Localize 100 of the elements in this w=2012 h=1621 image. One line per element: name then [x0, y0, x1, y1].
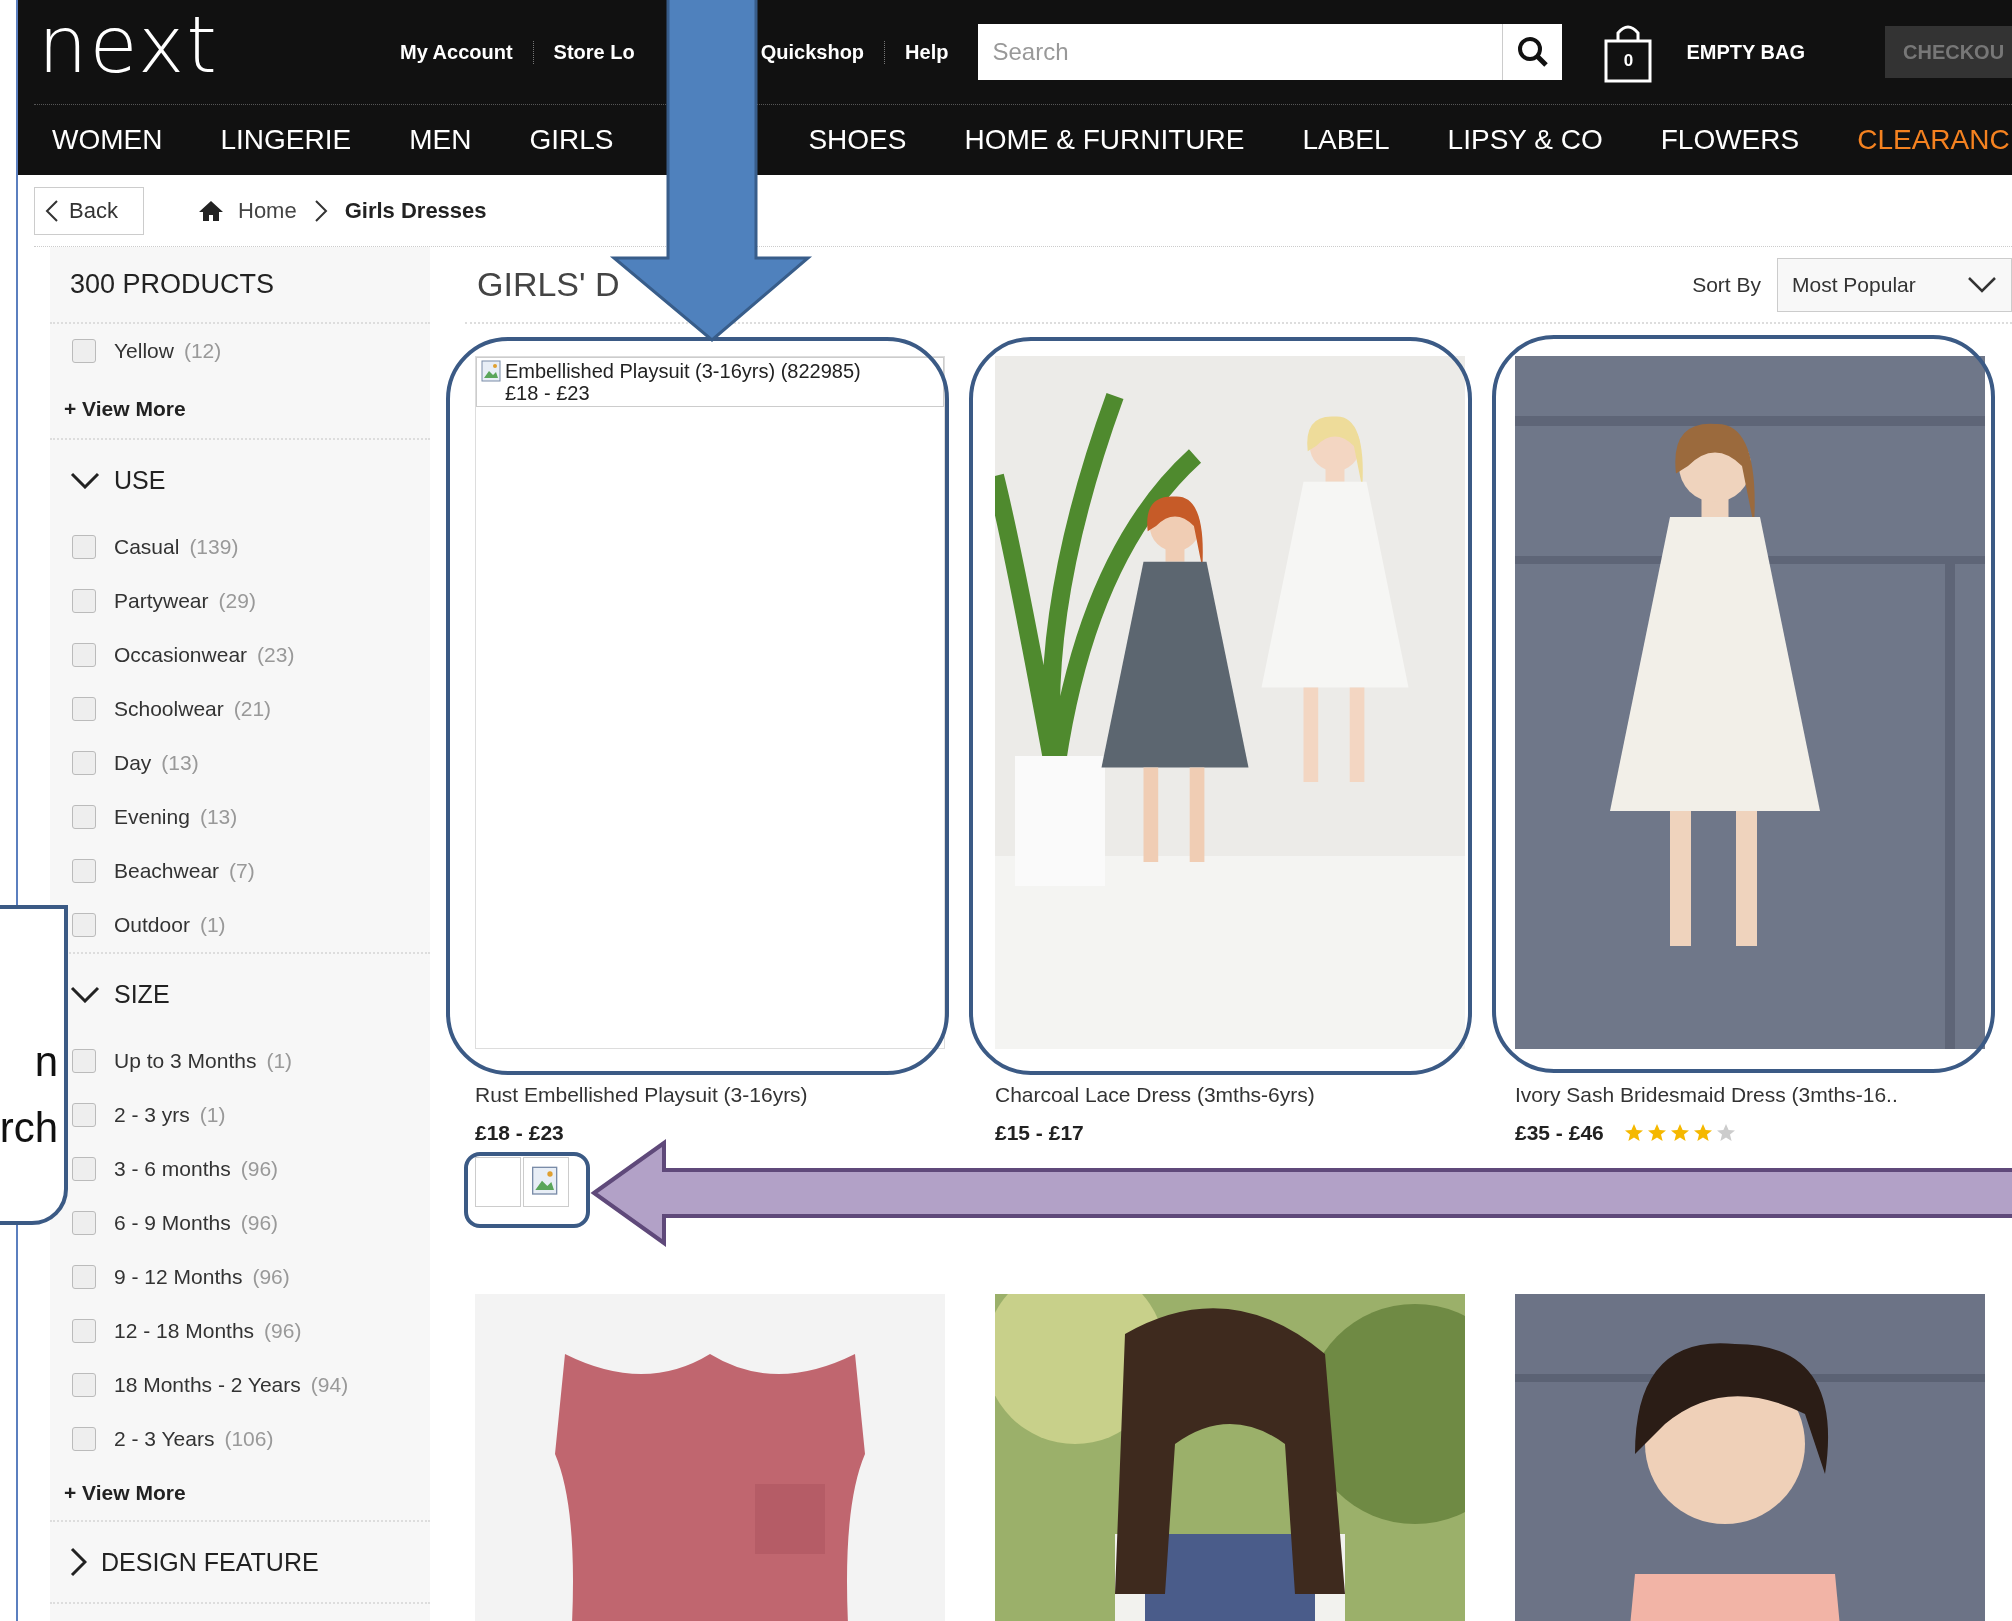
- filter-option[interactable]: 2 - 3 yrs: [114, 1103, 190, 1127]
- image-alt-text: Embellished Playsuit (3-16yrs) (822985) £18 - £23: [505, 360, 861, 404]
- checkbox[interactable]: [72, 589, 96, 613]
- checkbox[interactable]: [72, 535, 96, 559]
- checkbox[interactable]: [72, 697, 96, 721]
- nav-item[interactable]: SHOES: [808, 124, 907, 156]
- filter-option[interactable]: Day: [114, 751, 152, 775]
- header-link[interactable]: Help: [884, 40, 949, 64]
- bag-status[interactable]: EMPTY BAG: [1686, 40, 1805, 64]
- filter-section-header[interactable]: USE: [70, 440, 430, 520]
- filter-option[interactable]: Up to 3 Months: [114, 1049, 257, 1073]
- option-count: (1): [266, 1049, 293, 1073]
- checkbox[interactable]: [72, 751, 96, 775]
- product-price: £35 - £46: [1515, 1121, 1604, 1145]
- checkbox[interactable]: [72, 859, 96, 883]
- option-count: (1): [199, 1103, 226, 1127]
- filter-option[interactable]: 3 - 6 months: [114, 1157, 231, 1181]
- option-count: (139): [189, 535, 239, 559]
- option-count: (94): [310, 1373, 349, 1397]
- star-icon: [1692, 1123, 1713, 1143]
- section-title: DESIGN FEATURE: [101, 1547, 319, 1577]
- nav-item[interactable]: LIPSY & CO: [1447, 124, 1603, 156]
- header-link[interactable]: My Account: [400, 40, 513, 64]
- colour-swatch[interactable]: [523, 1157, 569, 1207]
- option-count: (29): [218, 589, 256, 613]
- checkbox[interactable]: [72, 1427, 96, 1451]
- view-more-link[interactable]: + View More: [50, 378, 430, 440]
- chevron-down-icon: [70, 985, 100, 1003]
- search-button[interactable]: [1502, 24, 1563, 80]
- checkbox[interactable]: [72, 805, 96, 829]
- checkbox[interactable]: [72, 1157, 96, 1181]
- option-count: (96): [240, 1211, 279, 1235]
- option-count: (13): [161, 751, 199, 775]
- breadcrumb-link[interactable]: Home: [238, 197, 297, 224]
- checkbox[interactable]: [72, 1049, 96, 1073]
- chevron-right-icon: [312, 197, 329, 224]
- nav-item[interactable]: GIRLS: [529, 124, 614, 156]
- filter-option[interactable]: 2 - 3 Years: [114, 1427, 215, 1451]
- checkbox[interactable]: [72, 339, 96, 363]
- checkbox[interactable]: [72, 913, 96, 937]
- product-price: £18 - £23: [475, 1121, 564, 1145]
- nav-item[interactable]: LABEL: [1302, 124, 1390, 156]
- callout-text: n: [33, 1037, 59, 1087]
- filter-option[interactable]: Beachwear: [114, 859, 220, 883]
- option-count: (1): [199, 913, 226, 937]
- nav-item[interactable]: CLEARANC: [1857, 124, 2010, 156]
- site-logo[interactable]: next: [34, 6, 400, 84]
- product-name[interactable]: Rust Embellished Playsuit (3-16yrs): [475, 1083, 945, 1107]
- option-count: (96): [252, 1265, 290, 1289]
- option-count: (13): [199, 805, 238, 829]
- back-button[interactable]: Back: [34, 186, 144, 235]
- filter-option[interactable]: Yellow: [114, 339, 174, 363]
- option-count: (96): [240, 1157, 279, 1181]
- sort-dropdown[interactable]: Most Popular: [1777, 257, 2012, 312]
- nav-item[interactable]: LINGERIE: [220, 124, 352, 156]
- option-count: (12): [183, 339, 222, 363]
- checkbox[interactable]: [72, 1319, 96, 1343]
- product-name[interactable]: Charcoal Lace Dress (3mths-6yrs): [995, 1083, 1465, 1107]
- product-name[interactable]: Ivory Sash Bridesmaid Dress (3mths-16..: [1515, 1083, 1985, 1107]
- chevron-right-icon: [70, 1547, 87, 1577]
- section-title: SIZE: [114, 979, 170, 1009]
- filter-option[interactable]: Outdoor: [114, 913, 190, 937]
- section-title: USE: [114, 465, 166, 495]
- search-field[interactable]: Search: [978, 24, 1503, 80]
- breadcrumb-link[interactable]: Girls Dresses: [344, 197, 487, 224]
- filter-option[interactable]: Schoolwear: [114, 697, 224, 721]
- checkbox[interactable]: [72, 1103, 96, 1127]
- callout-text: rch: [0, 1103, 59, 1153]
- nav-item[interactable]: HOME & FURNITURE: [964, 124, 1245, 156]
- checkbox[interactable]: [72, 1265, 96, 1289]
- filter-option[interactable]: 12 - 18 Months: [114, 1319, 255, 1343]
- option-count: (7): [229, 859, 255, 883]
- bag-count: 0: [1622, 51, 1635, 71]
- filter-option[interactable]: 6 - 9 Months: [114, 1211, 231, 1235]
- checkbox[interactable]: [72, 1211, 96, 1235]
- colour-swatch[interactable]: [475, 1157, 521, 1207]
- header-link[interactable]: Quickshop: [760, 40, 865, 64]
- filter-option[interactable]: 18 Months - 2 Years: [114, 1373, 301, 1397]
- home-icon: [198, 199, 224, 222]
- nav-item[interactable]: WOMEN: [52, 124, 163, 156]
- filter-option[interactable]: Occasionwear: [114, 643, 248, 667]
- checkbox[interactable]: [72, 643, 96, 667]
- option-count: (96): [264, 1319, 302, 1343]
- star-icon: [1623, 1123, 1644, 1143]
- star-icon: [1669, 1123, 1690, 1143]
- nav-item[interactable]: MEN: [409, 124, 472, 156]
- page-title: GIRLS' D: [477, 265, 620, 304]
- checkbox[interactable]: [72, 1373, 96, 1397]
- filter-section-header[interactable]: DESIGN FEATURE: [70, 1522, 430, 1602]
- chevron-left-icon: [45, 198, 59, 223]
- header-link[interactable]: Store Lo: [532, 40, 635, 64]
- product-count: 300 PRODUCTS: [50, 247, 430, 324]
- filter-option[interactable]: Evening: [114, 805, 190, 829]
- search-icon: [1515, 35, 1550, 69]
- nav-item[interactable]: FLOWERS: [1660, 124, 1800, 156]
- filter-section-header[interactable]: SIZE: [70, 954, 430, 1034]
- filter-option[interactable]: 9 - 12 Months: [114, 1265, 243, 1289]
- view-more-link[interactable]: + View More: [64, 1481, 186, 1505]
- filter-option[interactable]: Casual: [114, 535, 180, 559]
- filter-option[interactable]: Partywear: [114, 589, 209, 613]
